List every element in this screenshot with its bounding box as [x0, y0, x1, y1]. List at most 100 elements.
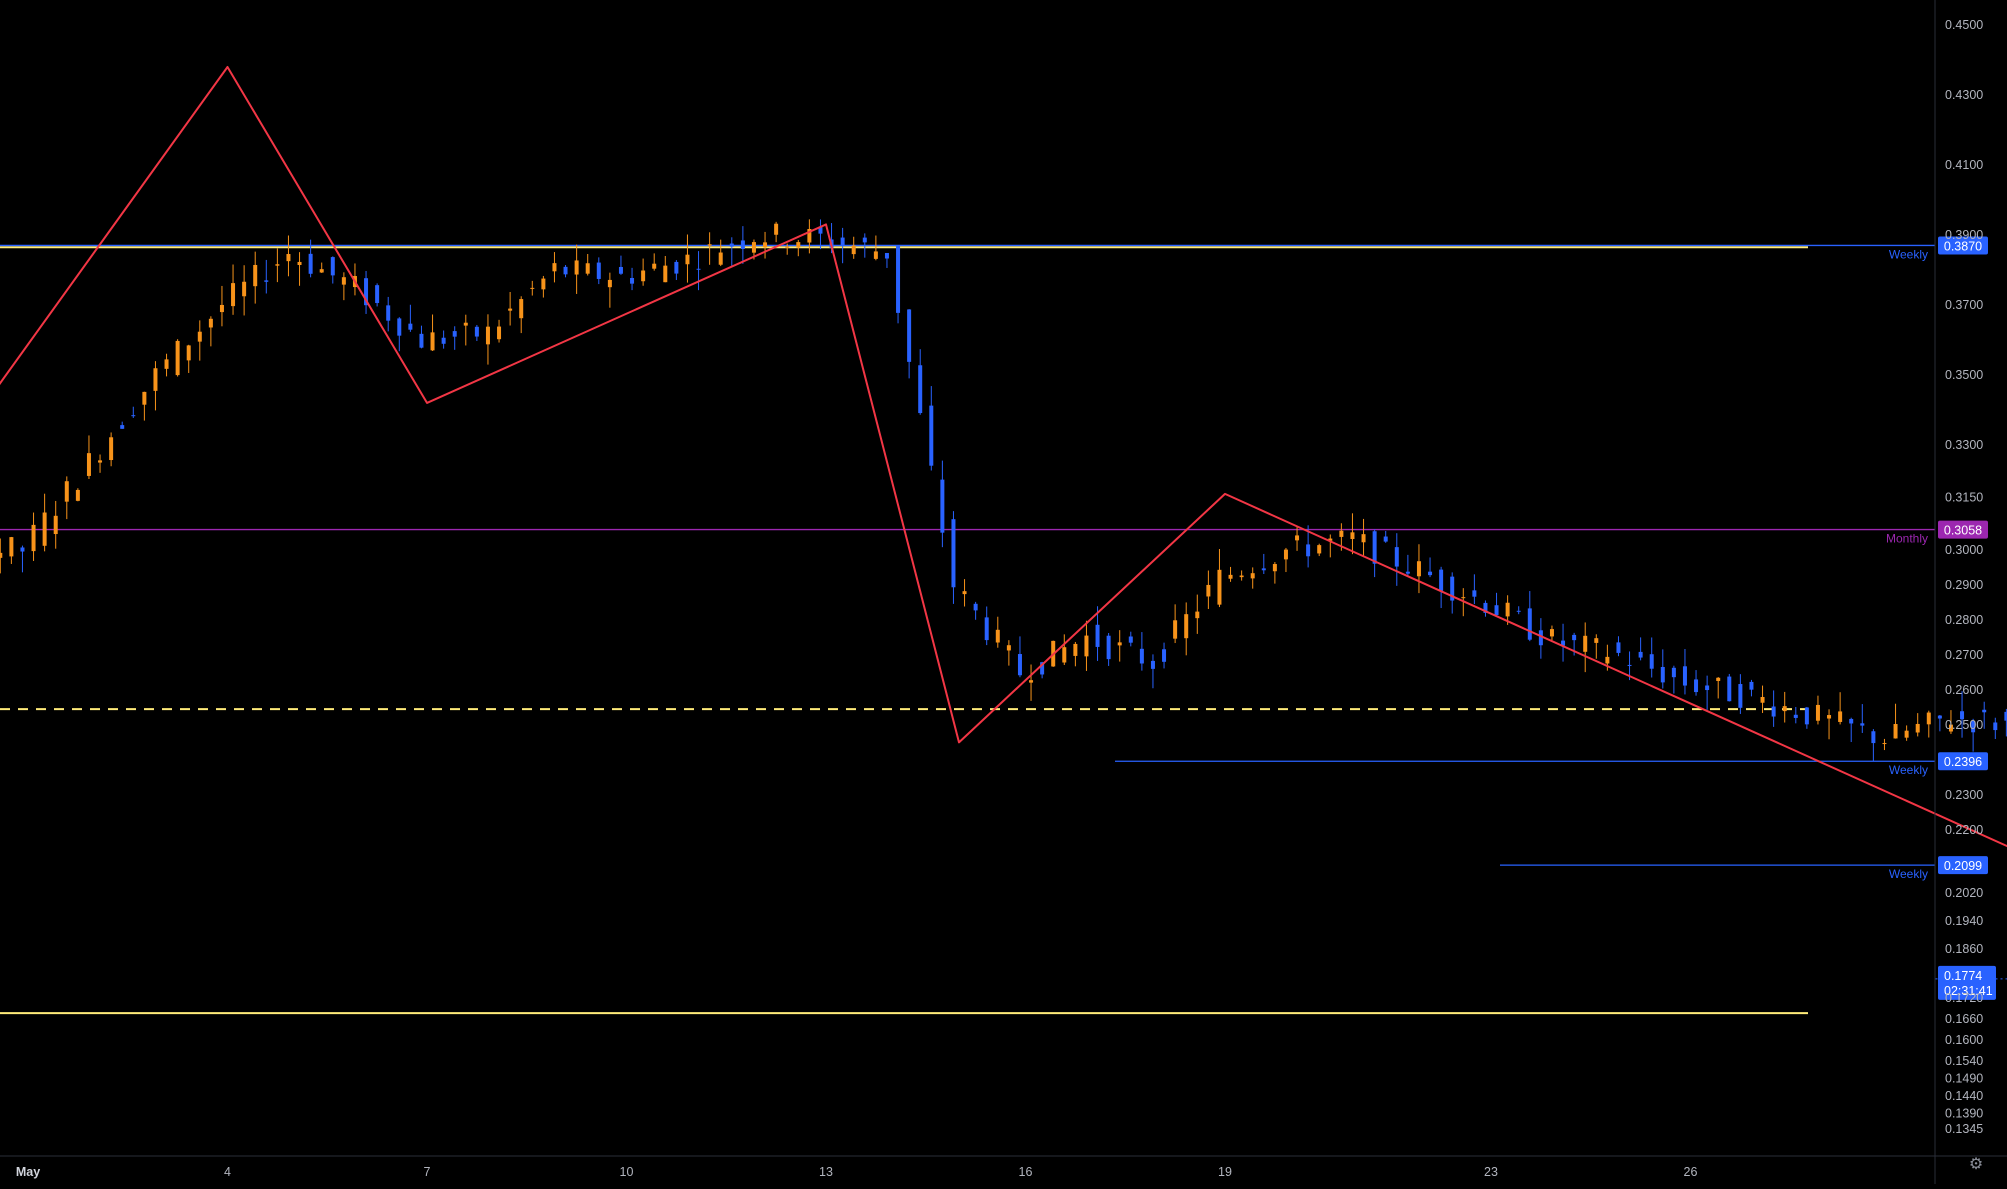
candle-body: [474, 326, 479, 337]
x-tick-label: 10: [620, 1165, 634, 1179]
x-tick-label: 4: [224, 1165, 231, 1179]
candle-body: [1062, 647, 1067, 663]
candle-body: [729, 243, 734, 247]
candle-body: [242, 281, 247, 297]
candle-body: [519, 299, 524, 319]
candle-body: [1073, 643, 1078, 656]
candle-body: [1150, 660, 1155, 669]
y-tick-label: 0.3500: [1945, 368, 1983, 382]
candle-body: [663, 265, 668, 283]
candle-body: [884, 252, 889, 259]
chart-canvas[interactable]: Weekly0.3870Monthly0.3058Weekly0.2396Wee…: [0, 0, 2007, 1184]
y-tick-label: 0.2900: [1945, 578, 1983, 592]
y-tick-label: 0.1345: [1945, 1122, 1983, 1136]
level-name: Weekly: [1889, 867, 1928, 881]
candle-body: [1195, 611, 1200, 619]
candles: [0, 219, 2007, 762]
candle-body: [1339, 530, 1344, 537]
y-tick-label: 0.3900: [1945, 228, 1983, 242]
candle-body: [297, 261, 302, 265]
candle-body: [763, 242, 768, 248]
x-tick-label: 7: [424, 1165, 431, 1179]
candle-body: [1228, 574, 1233, 579]
candle-body: [685, 254, 690, 265]
candle-body: [607, 279, 612, 288]
candle-body: [1372, 531, 1377, 564]
candle-body: [940, 479, 945, 533]
candle-body: [674, 261, 679, 274]
candle-body: [774, 223, 779, 235]
candle-body: [1838, 711, 1843, 722]
candle-body: [1494, 605, 1499, 616]
candle-body: [1472, 590, 1477, 597]
candle-body: [1716, 677, 1721, 681]
candle-body: [275, 264, 280, 266]
candle-body: [1627, 664, 1632, 666]
candle-body: [1982, 709, 1987, 713]
candle-body: [375, 285, 380, 304]
level-price-label: 0.3058: [1944, 524, 1982, 538]
candle-body: [1394, 547, 1399, 567]
candle-body: [508, 308, 513, 311]
y-tick-label: 0.2500: [1945, 718, 1983, 732]
candle-body: [131, 415, 136, 417]
candle-body: [1272, 564, 1277, 572]
x-tick-label: 26: [1684, 1165, 1698, 1179]
candle-body: [1771, 706, 1776, 717]
candle-body: [208, 318, 213, 328]
gear-icon[interactable]: ⚙: [1967, 1156, 1985, 1174]
candle-body: [1915, 723, 1920, 733]
candle-body: [1505, 602, 1510, 617]
candle-body: [785, 246, 790, 248]
candle-body: [1815, 704, 1820, 721]
y-tick-label: 0.2200: [1945, 823, 1983, 837]
candle-body: [696, 268, 701, 270]
candle-body: [1106, 635, 1111, 660]
candle-body: [1893, 724, 1898, 739]
candle-body: [951, 519, 956, 588]
candle-body: [1583, 635, 1588, 652]
candle-body: [9, 537, 14, 557]
candle-body: [1937, 715, 1942, 719]
candle-body: [740, 240, 745, 250]
y-tick-label: 0.4300: [1945, 88, 1983, 102]
candle-body: [1006, 645, 1011, 651]
candle-body: [1605, 656, 1610, 664]
candle-body: [1350, 532, 1355, 540]
candle-body: [1638, 651, 1643, 658]
candle-body: [1549, 629, 1554, 637]
candle-body: [0, 552, 3, 558]
candle-body: [1827, 715, 1832, 719]
candle-body: [98, 460, 103, 463]
last-price-value: 0.1774: [1944, 969, 1982, 983]
candle-body: [1926, 712, 1931, 725]
candle-body: [120, 425, 125, 429]
candle-body: [20, 547, 25, 552]
candle-body: [751, 242, 756, 253]
candle-body: [430, 332, 435, 351]
y-tick-label: 0.3700: [1945, 298, 1983, 312]
y-tick-label: 0.2600: [1945, 683, 1983, 697]
candle-body: [563, 266, 568, 275]
y-tick-label: 0.1940: [1945, 914, 1983, 928]
candle-body: [319, 269, 324, 273]
candle-body: [1306, 544, 1311, 557]
candle-body: [231, 283, 236, 307]
candle-body: [1749, 681, 1754, 690]
chart[interactable]: Weekly 0.3870 Monthly 0.3058 Weekly 0.2396 Wee…: [0, 0, 2007, 1184]
candle-body: [873, 251, 878, 259]
candle-body: [1317, 545, 1322, 554]
candle-body: [75, 489, 80, 501]
candle-body: [386, 305, 391, 321]
candle-body: [1738, 684, 1743, 708]
candle-body: [408, 323, 413, 330]
candle-body: [219, 304, 224, 313]
zigzag-line[interactable]: [0, 65, 2007, 1126]
candle-body: [574, 260, 579, 275]
candle-body: [641, 270, 646, 282]
candle-body: [1428, 571, 1433, 576]
y-tick-label: 0.3300: [1945, 438, 1983, 452]
candle-body: [840, 237, 845, 246]
candle-body: [175, 340, 180, 376]
y-tick-label: 0.1600: [1945, 1033, 1983, 1047]
